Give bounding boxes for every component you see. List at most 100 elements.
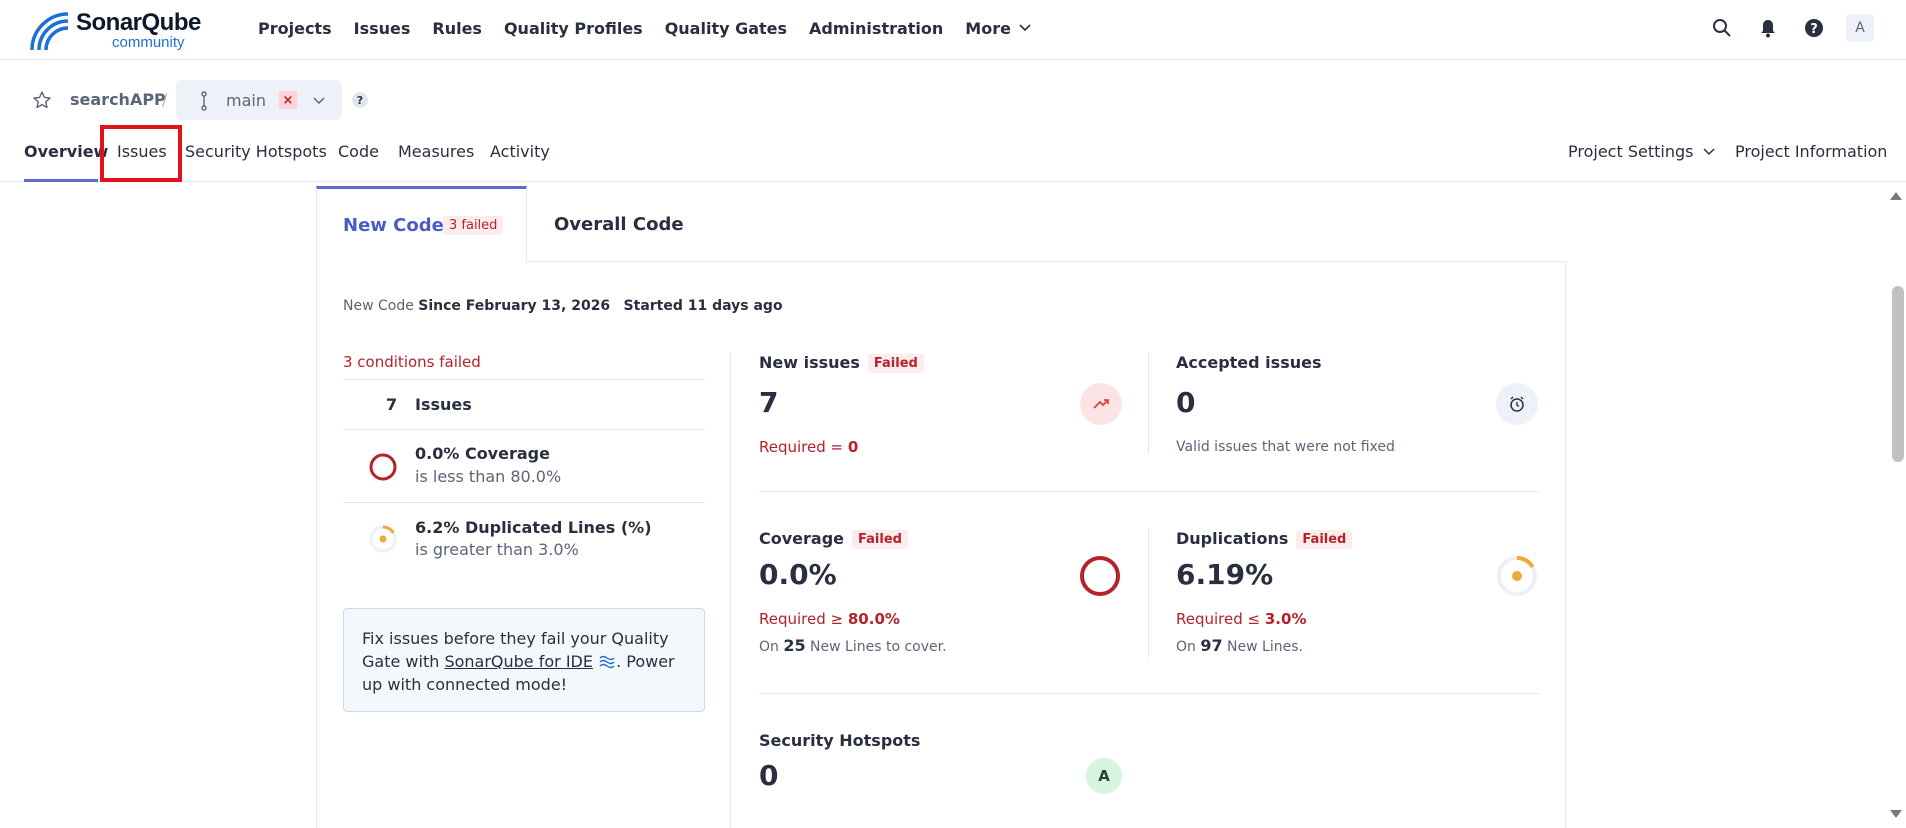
- note-suffix: New Lines.: [1222, 639, 1303, 655]
- chevron-down-icon: [1019, 24, 1031, 32]
- requirement-value: 0: [847, 438, 859, 456]
- scroll-up-arrow-icon[interactable]: [1890, 192, 1902, 200]
- new-lines-link[interactable]: 97: [1200, 636, 1222, 655]
- nav-issues[interactable]: Issues: [354, 19, 411, 38]
- user-avatar[interactable]: A: [1846, 14, 1874, 42]
- coverage-card[interactable]: Coverage Failed: [759, 529, 908, 549]
- project-settings-menu[interactable]: Project Settings: [1568, 142, 1715, 161]
- nav-administration[interactable]: Administration: [809, 19, 943, 38]
- logo-edition: community: [112, 34, 185, 51]
- active-tab-indicator: [24, 179, 98, 182]
- branch-selector[interactable]: main ×: [176, 80, 342, 120]
- new-issues-value[interactable]: 7: [759, 386, 778, 419]
- failed-count-badge: 3 failed: [443, 216, 504, 235]
- requirement-value: 80.0%: [847, 610, 900, 628]
- tab-overview[interactable]: Overview: [24, 142, 108, 161]
- issues-tab-highlight: [100, 125, 182, 182]
- condition-issues-count[interactable]: 7: [386, 395, 397, 414]
- code-period-tabs: New Code 3 failed Overall Code: [316, 186, 1566, 262]
- branch-name: main: [226, 91, 266, 110]
- sonarlint-wave-icon: [599, 655, 615, 669]
- rating-badge: A: [1086, 758, 1122, 794]
- nav-more-label: More: [965, 18, 1011, 38]
- condition-duplication-title[interactable]: 6.2% Duplicated Lines (%): [415, 518, 652, 537]
- nav-quality-gates[interactable]: Quality Gates: [665, 19, 787, 38]
- divider: [730, 352, 731, 828]
- tab-activity[interactable]: Activity: [490, 142, 550, 161]
- lines-to-cover-link[interactable]: 25: [783, 636, 805, 655]
- requirement-label: Required ≥: [759, 610, 848, 628]
- chevron-down-icon: [312, 93, 326, 112]
- duplication-ring-icon: [1497, 555, 1537, 596]
- sonarqube-logo[interactable]: SonarQube community: [28, 6, 218, 52]
- tab-security-hotspots[interactable]: Security Hotspots: [185, 142, 327, 161]
- logo-wordmark: SonarQube: [76, 9, 201, 36]
- divider: [759, 491, 1539, 492]
- condition-issues-title[interactable]: Issues: [415, 395, 472, 414]
- divider: [1148, 352, 1149, 454]
- divider: [343, 379, 705, 380]
- note-prefix: On: [1176, 639, 1201, 655]
- search-icon[interactable]: [1710, 16, 1734, 40]
- main-nav: Projects Issues Rules Quality Profiles Q…: [258, 0, 1053, 56]
- tab-code[interactable]: Code: [338, 142, 379, 161]
- note-suffix: New Lines to cover.: [805, 639, 947, 655]
- branch-failed-icon: ×: [279, 91, 297, 109]
- new-issues-title: New issues: [759, 353, 860, 372]
- duplications-requirement: Required ≤ 3.0%: [1176, 610, 1306, 628]
- requirement-value: 3.0%: [1264, 610, 1307, 628]
- svg-text:?: ?: [1810, 22, 1818, 37]
- sonarqube-ide-link[interactable]: SonarQube for IDE: [444, 652, 593, 671]
- requirement-label: Required =: [759, 438, 848, 456]
- nav-rules[interactable]: Rules: [432, 19, 482, 38]
- top-navbar: SonarQube community Projects Issues Rule…: [0, 0, 1906, 60]
- new-code-period: New Code Since February 13, 2026 Started…: [343, 298, 783, 314]
- new-issues-card[interactable]: New issues Failed: [759, 353, 924, 373]
- nav-more[interactable]: More: [965, 19, 1031, 38]
- alarm-clock-icon: [1496, 383, 1538, 425]
- project-information-link[interactable]: Project Information: [1735, 142, 1887, 161]
- failed-badge: Failed: [867, 354, 924, 373]
- failed-badge: Failed: [852, 530, 908, 549]
- divider: [759, 693, 1539, 694]
- period-label: New Code: [343, 298, 414, 314]
- bell-icon[interactable]: [1756, 16, 1780, 40]
- coverage-value[interactable]: 0.0%: [759, 558, 837, 591]
- nav-quality-profiles[interactable]: Quality Profiles: [504, 19, 643, 38]
- condition-duplication-sub: is greater than 3.0%: [415, 540, 579, 559]
- tab-new-code[interactable]: New Code 3 failed: [316, 186, 527, 262]
- duplications-card[interactable]: Duplications Failed: [1176, 529, 1353, 549]
- condition-coverage-sub: is less than 80.0%: [415, 467, 562, 486]
- help-icon[interactable]: ?: [1802, 16, 1826, 40]
- tab-measures[interactable]: Measures: [398, 142, 474, 161]
- scrollbar-thumb[interactable]: [1892, 286, 1904, 462]
- project-name-link[interactable]: searchAPP: [70, 90, 166, 109]
- scroll-down-arrow-icon[interactable]: [1890, 810, 1902, 818]
- star-icon[interactable]: [32, 90, 52, 114]
- coverage-note: On 25 New Lines to cover.: [759, 636, 947, 655]
- page-scrollbar[interactable]: [1886, 182, 1906, 828]
- branch-help-icon[interactable]: ?: [352, 92, 368, 108]
- security-hotspots-value[interactable]: 0: [759, 759, 778, 792]
- period-started: Started 11 days ago: [623, 298, 783, 314]
- duplications-note: On 97 New Lines.: [1176, 636, 1303, 655]
- project-tabs: Overview Issues Security Hotspots Code M…: [0, 130, 1906, 182]
- breadcrumb-separator: /: [162, 90, 168, 109]
- note-prefix: On: [759, 639, 784, 655]
- project-settings-label: Project Settings: [1568, 142, 1694, 161]
- duplications-value[interactable]: 6.19%: [1176, 558, 1273, 591]
- project-header: searchAPP / main × ?: [0, 80, 1906, 120]
- divider: [343, 429, 705, 430]
- duplications-title: Duplications: [1176, 529, 1289, 548]
- condition-coverage-title[interactable]: 0.0% Coverage: [415, 444, 550, 463]
- sonarlint-tip: Fix issues before they fail your Quality…: [343, 608, 705, 712]
- new-issues-requirement: Required = 0: [759, 438, 858, 456]
- nav-projects[interactable]: Projects: [258, 19, 332, 38]
- duplication-ring-icon: [369, 525, 397, 553]
- tab-overall-code[interactable]: Overall Code: [554, 214, 684, 235]
- conditions-failed-header: 3 conditions failed: [343, 353, 481, 371]
- requirement-label: Required ≤: [1176, 610, 1265, 628]
- accepted-issues-value[interactable]: 0: [1176, 386, 1195, 419]
- coverage-ring-icon: [1080, 556, 1120, 596]
- divider: [343, 502, 705, 503]
